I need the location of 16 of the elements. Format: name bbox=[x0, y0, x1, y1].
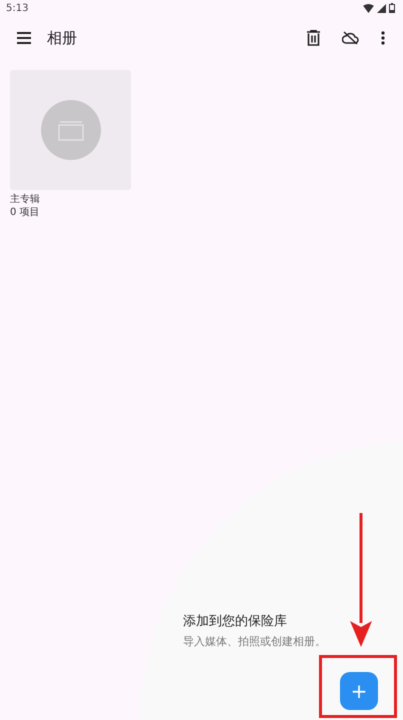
tip-title: 添加到您的保险库 bbox=[183, 613, 288, 630]
page-title: 相册 bbox=[47, 28, 77, 48]
album-thumbnail[interactable] bbox=[10, 70, 131, 190]
signal-icon bbox=[377, 4, 386, 12]
tip-text: 导入媒体、拍照或创建相册。 bbox=[183, 634, 326, 649]
album-count: 0 项目 bbox=[10, 206, 41, 219]
menu-icon[interactable] bbox=[17, 32, 31, 44]
battery-icon bbox=[389, 3, 395, 13]
album-name: 主专辑 bbox=[10, 193, 41, 206]
album-placeholder-icon bbox=[40, 100, 100, 160]
trash-icon[interactable] bbox=[307, 30, 320, 46]
status-time: 5:13 bbox=[6, 2, 28, 14]
wifi-icon bbox=[363, 4, 374, 12]
add-button[interactable]: + bbox=[340, 672, 378, 710]
cloud-off-icon[interactable] bbox=[342, 31, 359, 45]
more-icon[interactable] bbox=[381, 31, 385, 45]
